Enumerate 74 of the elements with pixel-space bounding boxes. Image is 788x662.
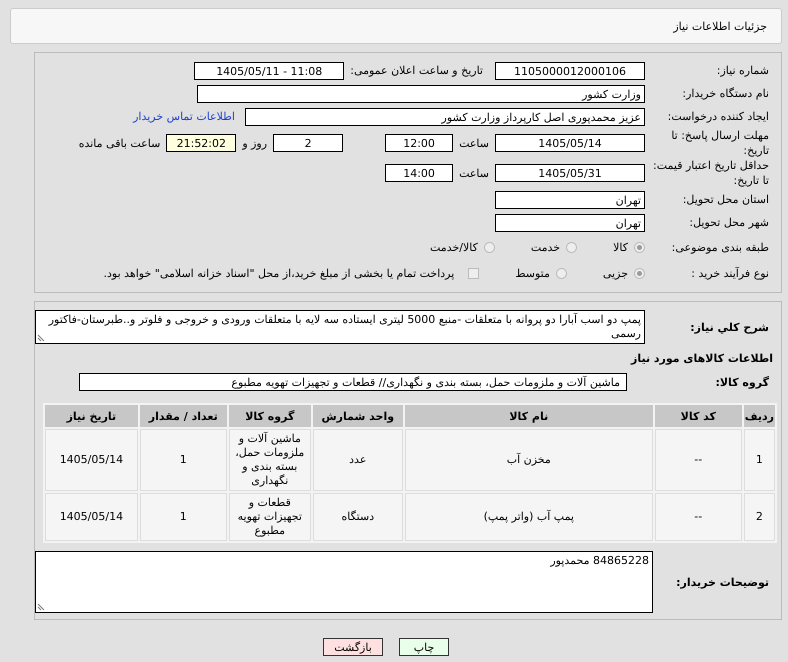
column-header: کد کالا: [654, 405, 742, 427]
table-cell: --: [654, 493, 742, 541]
radio-button[interactable]: [634, 268, 645, 278]
text-field[interactable]: 12:00: [385, 134, 454, 152]
option-label: متوسط: [515, 266, 550, 280]
field-label: شرح کلي نياز:: [689, 320, 770, 334]
contact-link[interactable]: اطلاعات تماس خریدار: [133, 110, 235, 123]
table-cell: قطعات و تجهیزات تهویه مطبوع: [228, 493, 311, 541]
column-header: واحد شمارش: [312, 405, 403, 427]
field-label: شماره نیاز:: [716, 63, 770, 78]
field-label: ساعت: [459, 166, 489, 180]
field-label: نام دستگاه خریدار:: [681, 86, 770, 101]
table-cell: 1: [140, 429, 227, 491]
field-label: توضیحات خریدار:: [675, 574, 770, 590]
goods-group-field: ماشین آلات و ملزومات حمل، بسته بندی و نگهداری// قطعات و تجهیزات تهویه مطبوع: [79, 373, 627, 391]
table-cell: دستگاه: [312, 493, 403, 541]
table-cell: --: [654, 429, 742, 491]
field-label: ایجاد کننده درخواست:: [666, 109, 770, 124]
section-title: اطلاعات کالاهای مورد نیاز: [630, 352, 774, 365]
table-cell: 1405/05/14: [45, 493, 138, 541]
option-label: خدمت: [530, 240, 560, 254]
text-field[interactable]: 14:00: [385, 164, 454, 182]
radio-button[interactable]: [566, 242, 578, 252]
field-label: روز و: [242, 136, 268, 150]
text-field[interactable]: عزیز محمدپوری اصل کارپرداز وزارت کشور: [245, 108, 645, 126]
text-field[interactable]: 1405/05/14: [495, 134, 645, 152]
page-title: جزئیات اطلاعات نیاز: [673, 20, 767, 32]
text-field[interactable]: 2: [273, 134, 344, 152]
column-header: نام کالا: [404, 405, 653, 427]
text-field[interactable]: تهران: [495, 190, 645, 208]
radio-button[interactable]: [484, 242, 495, 252]
text-field[interactable]: وزارت کشور: [197, 84, 645, 102]
radio-button[interactable]: [634, 242, 645, 252]
print-button[interactable]: چاپ: [399, 638, 449, 656]
field-label: ساعت: [459, 136, 489, 150]
column-header: گروه کالا: [228, 405, 311, 427]
field-label: ساعت باقی مانده: [78, 136, 160, 150]
field-label: تاریخ و ساعت اعلان عمومی:: [350, 64, 483, 77]
table-cell: مخزن آب: [404, 429, 653, 491]
table-cell: 1: [140, 493, 227, 541]
option-label: کالا/خدمت: [430, 240, 478, 254]
option-label: کالا: [613, 240, 628, 254]
option-label: جزیی: [602, 266, 628, 280]
countdown-field[interactable]: 21:52:02: [166, 134, 236, 152]
field-label: مهلت ارسال پاسخ: تا تاریخ:: [670, 128, 770, 158]
table-cell: پمپ آب (واتر پمپ): [404, 493, 653, 541]
table-cell: 1405/05/14: [45, 429, 138, 491]
text-field[interactable]: تهران: [495, 214, 645, 232]
field-label: نوع فرآیند خرید :: [690, 266, 770, 280]
table-cell: 1: [744, 429, 775, 491]
column-header: تاریخ نیاز: [45, 405, 138, 427]
field-label: حداقل تاریخ اعتبار قیمت: تا تاریخ:: [652, 158, 770, 188]
field-label: طبقه بندی موضوعی:: [670, 240, 770, 254]
column-header: ردیف: [744, 405, 775, 427]
notes-field[interactable]: 84865228 محمدپور: [35, 551, 653, 613]
text-field[interactable]: 1405/05/11 - 11:08: [194, 62, 344, 80]
table-cell: 2: [744, 493, 775, 541]
radio-button[interactable]: [556, 268, 567, 278]
checkbox[interactable]: [468, 268, 480, 278]
field-label: گروه کالا:: [714, 374, 770, 390]
option-label: پرداخت تمام یا بخشی از مبلغ خرید،از محل "اسناد خزانه اسلامی" خواهد بود.: [104, 266, 454, 280]
text-field[interactable]: 1405/05/31: [495, 164, 645, 182]
table-cell: عدد: [312, 429, 403, 491]
description-field[interactable]: پمپ دو اسب آبارا دو پروانه با متعلقات -منبع 5000 لیتری ایستاده سه لایه با متعلقات ورودی و خروجی و فلوتر و..طبرستان-فاکتور رسمی: [35, 310, 645, 344]
notes-text: 84865228 محمدپور: [550, 554, 649, 567]
back-button[interactable]: بازگشت: [323, 638, 383, 656]
field-label: شهر محل تحویل:: [688, 215, 770, 230]
resize-grip-icon[interactable]: [37, 334, 45, 342]
table-cell: ماشین آلات و ملزومات حمل، بسته بندی و نگهداری: [228, 429, 311, 491]
resize-grip-icon[interactable]: [37, 603, 45, 611]
text-field[interactable]: 1105000012000106: [495, 62, 645, 80]
field-label: استان محل تحویل:: [682, 192, 770, 207]
column-header: تعداد / مقدار: [140, 405, 227, 427]
description-text: پمپ دو اسب آبارا دو پروانه با متعلقات -منبع 5000 لیتری ایستاده سه لایه با متعلقات ورودی و خروجی و فلوتر و..طبرستان-فاکتور رسمی: [48, 313, 641, 340]
